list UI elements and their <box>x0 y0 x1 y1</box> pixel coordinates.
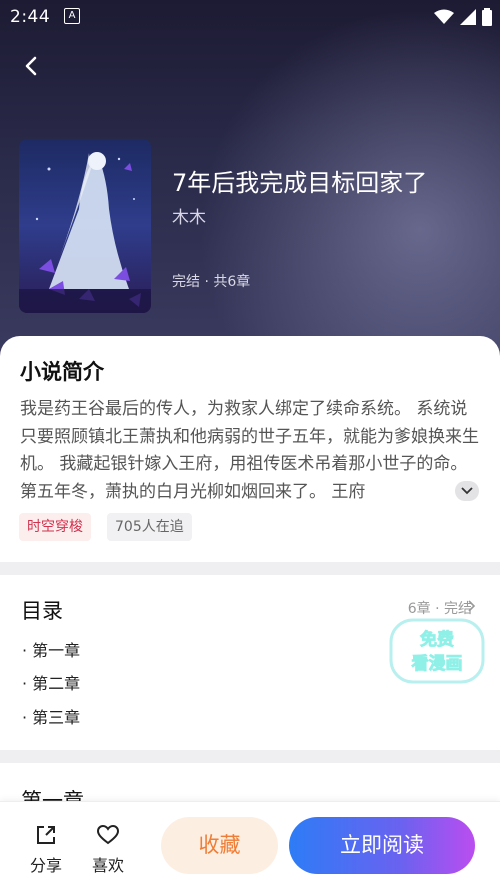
expand-button[interactable] <box>455 481 479 501</box>
notification-icon: A <box>64 8 80 24</box>
read-now-button[interactable]: 立即阅读 <box>289 817 475 874</box>
status-time: 2:44 <box>10 7 51 27</box>
share-icon <box>37 826 55 844</box>
genre-tag[interactable]: 时空穿梭 <box>19 513 91 541</box>
like-label: 喜欢 <box>91 856 124 875</box>
toc-chapter-item[interactable]: · 第二章 <box>22 670 80 694</box>
intro-heading: 小说简介 <box>20 360 104 384</box>
book-status: 完结 · 共6章 <box>172 274 251 290</box>
cover-illustration <box>19 139 151 313</box>
signal-icon <box>460 9 476 25</box>
chevron-right-icon[interactable] <box>468 600 476 612</box>
wifi-icon <box>434 9 454 24</box>
intro-text[interactable]: 我是药王谷最后的传人，为救家人绑定了续命系统。 系统说只要照顾镇北王萧执和他病弱… <box>20 396 480 506</box>
book-author[interactable]: 木木 <box>172 203 206 228</box>
status-icons <box>434 8 492 26</box>
battery-icon <box>482 8 492 26</box>
free-comic-badge[interactable]: 免费 看漫画 <box>389 616 485 686</box>
promo-line2: 看漫画 <box>411 653 463 674</box>
book-title: 7年后我完成目标回家了 <box>172 169 428 197</box>
readers-tag: 705人在追 <box>107 513 192 541</box>
toc-heading: 目录 <box>21 599 63 623</box>
promo-line1: 免费 <box>420 629 454 650</box>
toc-chapter-item[interactable]: · 第三章 <box>22 704 80 728</box>
share-button[interactable]: 分享 <box>26 822 66 876</box>
back-arrow-icon[interactable] <box>18 52 46 80</box>
like-button[interactable]: 喜欢 <box>88 822 128 876</box>
chevron-down-icon <box>461 487 473 495</box>
book-cover[interactable] <box>19 139 151 313</box>
toc-chapter-item[interactable]: · 第一章 <box>22 637 80 661</box>
toc-meta[interactable]: 6章 · 完结 <box>408 598 472 618</box>
share-label: 分享 <box>29 856 62 875</box>
status-bar: 2:44 A <box>0 0 500 34</box>
heart-icon <box>96 824 120 845</box>
favorite-button[interactable]: 收藏 <box>161 817 278 874</box>
